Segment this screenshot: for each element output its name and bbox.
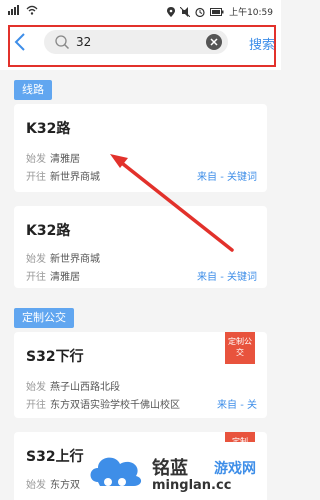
location-icon (167, 6, 176, 17)
route-origin-row: 始发 东方双 (26, 480, 80, 491)
alarm-icon (195, 7, 205, 17)
route-source: 来自 - 关键词 (197, 172, 257, 183)
route-origin-row: 始发 清雅居 (26, 154, 80, 165)
section-label-custom-bus: 定制公交 (14, 308, 74, 328)
search-input[interactable] (76, 32, 206, 52)
watermark-title: 铭蓝 (152, 458, 188, 479)
route-card[interactable]: K32路 始发 清雅居 开往 新世界商城 来自 - 关键词 (14, 104, 267, 192)
route-title: K32路 (26, 121, 71, 137)
route-card[interactable]: K32路 始发 新世界商城 开往 清雅居 来自 - 关键词 (14, 206, 267, 288)
battery-icon (210, 7, 224, 16)
route-title: S32上行 (26, 449, 84, 465)
clear-icon[interactable] (206, 34, 222, 50)
watermark-domain: minglan.cc (152, 478, 232, 493)
custom-bus-tag: 定制公交 (225, 332, 255, 364)
route-source: 来自 - 关 (217, 400, 257, 411)
signal-icon (8, 5, 19, 15)
custom-bus-card[interactable]: S32下行 定制公交 始发 燕子山西路北段 开往 东方双语实验学校千佛山校区 来自 … (14, 332, 267, 418)
route-source: 来自 - 关键词 (197, 272, 257, 283)
watermark-subtitle: 游戏网 (214, 461, 256, 477)
search-box[interactable] (44, 30, 228, 54)
search-icon (55, 35, 70, 50)
watermark: 铭蓝 游戏网 minglan.cc (86, 440, 281, 500)
status-bar: 上午10:59 (0, 0, 281, 22)
route-title: S32下行 (26, 349, 84, 365)
route-destination-row: 开往 新世界商城 (26, 172, 100, 183)
section-label-routes: 线路 (14, 80, 52, 100)
search-button[interactable]: 搜索 (249, 34, 275, 53)
back-icon[interactable] (10, 30, 30, 54)
route-destination-row: 开往 东方双语实验学校千佛山校区 (26, 400, 180, 411)
mute-icon (180, 6, 191, 17)
status-time: 上午10:59 (229, 8, 273, 18)
wifi-icon (26, 5, 38, 15)
route-title: K32路 (26, 223, 71, 239)
cloud-logo-icon (90, 457, 142, 486)
search-header: 搜索 (0, 22, 281, 70)
route-destination-row: 开往 清雅居 (26, 272, 80, 283)
route-origin-row: 始发 新世界商城 (26, 254, 100, 265)
route-origin-row: 始发 燕子山西路北段 (26, 382, 120, 393)
